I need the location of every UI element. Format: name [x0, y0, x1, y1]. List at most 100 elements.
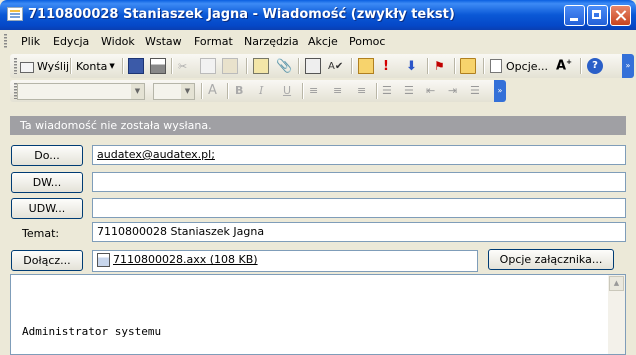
align-center-icon: ≡: [333, 83, 343, 97]
cc-field[interactable]: [92, 172, 626, 192]
chevron-down-icon[interactable]: ▼: [181, 84, 194, 99]
minimize-button[interactable]: [564, 5, 585, 26]
format-toolbar-options-chevron[interactable]: »: [494, 80, 506, 102]
menu-edycja[interactable]: Edycja: [53, 35, 89, 48]
message-body[interactable]: Administrator systemu ▲: [10, 274, 626, 355]
align-right-icon: ≡: [357, 83, 367, 97]
toolbar-options-chevron[interactable]: »: [622, 54, 634, 78]
to-button[interactable]: Do...: [11, 145, 83, 166]
toolbar-separator: [351, 58, 353, 74]
menu-wstaw[interactable]: Wstaw: [145, 35, 182, 48]
window-title: 7110800028 Staniaszek Jagna - Wiadomość …: [28, 7, 455, 22]
print-icon: [150, 58, 166, 74]
font-grow-icon: A+: [556, 58, 572, 74]
attachment-field[interactable]: 7110800028.axx (108 KB): [92, 250, 478, 272]
menubar-grip[interactable]: [4, 34, 7, 48]
font-color-button[interactable]: A: [208, 81, 217, 99]
paste-icon: [222, 58, 238, 74]
attachment-file-icon: [97, 253, 110, 267]
save-icon: [128, 58, 144, 74]
close-button[interactable]: [610, 5, 631, 26]
attachment-link[interactable]: 7110800028.axx (108 KB): [113, 253, 258, 266]
toolbar-separator: [227, 83, 229, 99]
help-icon: ?: [587, 58, 603, 74]
attach-file-button[interactable]: 📎: [276, 57, 292, 75]
follow-up-button[interactable]: ⚑: [434, 57, 445, 75]
send-icon: [20, 61, 34, 73]
address-book-button[interactable]: [305, 57, 321, 75]
info-bar: Ta wiadomość nie została wysłana.: [10, 116, 626, 135]
numbered-list-button[interactable]: ☰: [382, 81, 392, 99]
importance-low-button[interactable]: ⬇: [406, 57, 417, 75]
vertical-scrollbar[interactable]: ▲: [608, 275, 625, 354]
check-names-icon: [253, 58, 269, 74]
bulleted-list-button[interactable]: ☰: [404, 81, 414, 99]
bold-icon: B: [235, 83, 244, 97]
send-label: Wyślij: [37, 59, 70, 73]
bold-button[interactable]: B: [235, 81, 243, 99]
menu-narzedzia[interactable]: Narzędzia: [244, 35, 299, 48]
increase-indent-button[interactable]: ⇥: [448, 81, 457, 99]
check-names-button[interactable]: [253, 57, 269, 75]
open-folder-button[interactable]: [460, 57, 476, 75]
cc-button[interactable]: DW...: [11, 172, 83, 193]
toolbar-grip[interactable]: [14, 58, 17, 74]
send-button[interactable]: Wyślij: [20, 57, 69, 75]
align-center-button[interactable]: ≡: [333, 81, 342, 99]
underline-icon: U: [283, 83, 292, 97]
bcc-button[interactable]: UDW...: [11, 198, 83, 219]
print-button[interactable]: [150, 57, 166, 75]
maximize-button[interactable]: [587, 5, 608, 26]
align-right-button[interactable]: ≡: [357, 81, 366, 99]
options-button[interactable]: Opcje...: [490, 57, 548, 75]
toolbar-separator: [298, 58, 300, 74]
signature-button[interactable]: [358, 57, 374, 75]
toolbar-separator: [171, 58, 173, 74]
subject-field[interactable]: 7110800028 Staniaszek Jagna: [92, 222, 626, 242]
toolbar-separator: [70, 58, 72, 74]
line-spacing-button[interactable]: ☰: [470, 81, 480, 99]
to-field[interactable]: audatex@audatex.pl;: [92, 145, 626, 165]
underline-button[interactable]: U: [283, 81, 291, 99]
menu-akcje[interactable]: Akcje: [308, 35, 338, 48]
attach-button[interactable]: Dołącz...: [11, 250, 83, 271]
toolbar-separator: [427, 58, 429, 74]
spelling-button[interactable]: A✔: [328, 57, 343, 75]
font-size-combo[interactable]: ▼: [153, 83, 195, 100]
italic-button[interactable]: I: [259, 81, 263, 99]
align-left-button[interactable]: ≡: [309, 81, 318, 99]
options-icon: [490, 59, 502, 73]
style-combo[interactable]: ▼: [17, 83, 145, 100]
toolbar-separator: [302, 83, 304, 99]
copy-icon: [200, 58, 216, 74]
toolbar-separator: [246, 58, 248, 74]
help-button[interactable]: ?: [587, 57, 603, 75]
accounts-button[interactable]: Konta ▼: [76, 57, 115, 75]
address-book-icon: [305, 58, 321, 74]
menu-format[interactable]: Format: [194, 35, 233, 48]
menu-widok[interactable]: Widok: [101, 35, 135, 48]
menu-plik[interactable]: Plik: [21, 35, 40, 48]
chevron-down-icon[interactable]: ▼: [131, 84, 144, 99]
font-size-button[interactable]: A+: [556, 57, 572, 75]
font-color-icon: A: [208, 82, 217, 98]
attachment-options-button[interactable]: Opcje załącznika...: [488, 249, 614, 270]
menu-pomoc[interactable]: Pomoc: [349, 35, 385, 48]
toolbar-separator: [376, 83, 378, 99]
cut-button[interactable]: ✂: [178, 57, 187, 75]
exclamation-icon: !: [383, 58, 389, 74]
bcc-field[interactable]: [92, 198, 626, 218]
importance-high-button[interactable]: !: [383, 57, 389, 75]
standard-toolbar: Wyślij Konta ▼ ✂ 📎 A✔ ! ⬇ ⚑ Opcje... A+ …: [10, 54, 624, 78]
copy-button[interactable]: [200, 57, 216, 75]
paste-button[interactable]: [222, 57, 238, 75]
bulleted-list-icon: ☰: [404, 83, 414, 97]
align-left-icon: ≡: [309, 83, 319, 97]
formatting-toolbar: ▼ ▼ A B I U ≡ ≡ ≡ ☰ ☰ ⇤ ⇥ ☰: [10, 80, 506, 102]
decrease-indent-button[interactable]: ⇤: [426, 81, 435, 99]
decrease-indent-icon: ⇤: [426, 83, 436, 97]
to-recipient[interactable]: audatex@audatex.pl;: [97, 148, 215, 161]
scroll-up-arrow-icon[interactable]: ▲: [609, 276, 624, 291]
message-icon[interactable]: [7, 7, 23, 21]
save-button[interactable]: [128, 57, 144, 75]
